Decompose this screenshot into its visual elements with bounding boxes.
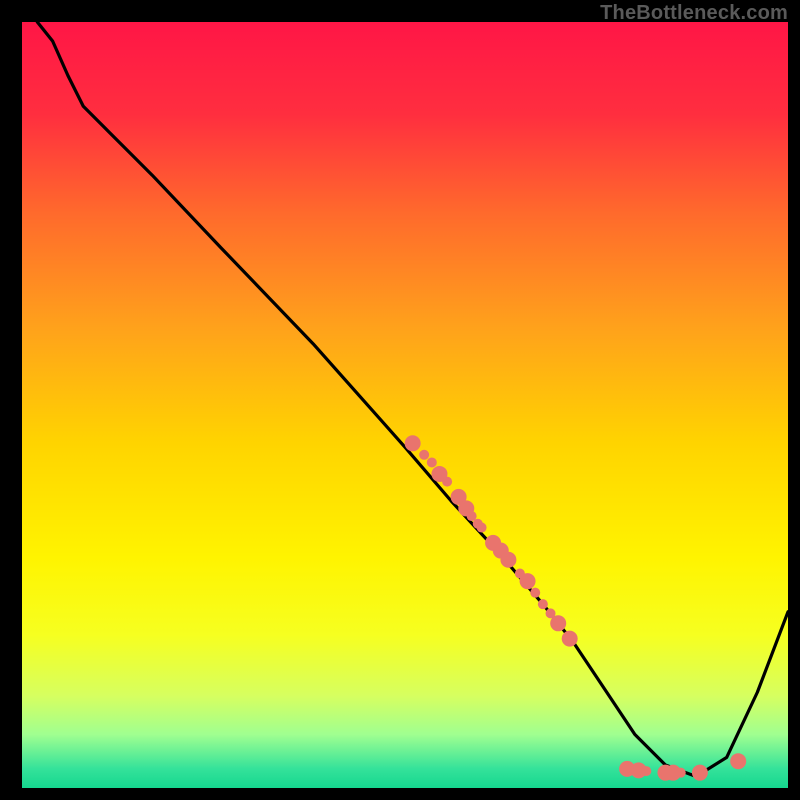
marker-point: [442, 477, 452, 487]
marker-point: [405, 435, 421, 451]
watermark-text: TheBottleneck.com: [600, 2, 788, 25]
marker-point: [477, 523, 487, 533]
marker-point: [641, 766, 651, 776]
marker-point: [550, 615, 566, 631]
marker-point: [500, 552, 516, 568]
marker-point: [676, 768, 686, 778]
chart-svg: [0, 0, 800, 800]
chart-stage: TheBottleneck.com: [0, 0, 800, 800]
marker-point: [427, 457, 437, 467]
marker-point: [692, 765, 708, 781]
marker-point: [530, 588, 540, 598]
marker-point: [520, 573, 536, 589]
marker-point: [419, 450, 429, 460]
marker-point: [730, 753, 746, 769]
plot-background: [22, 22, 788, 788]
marker-point: [538, 599, 548, 609]
marker-point: [562, 631, 578, 647]
